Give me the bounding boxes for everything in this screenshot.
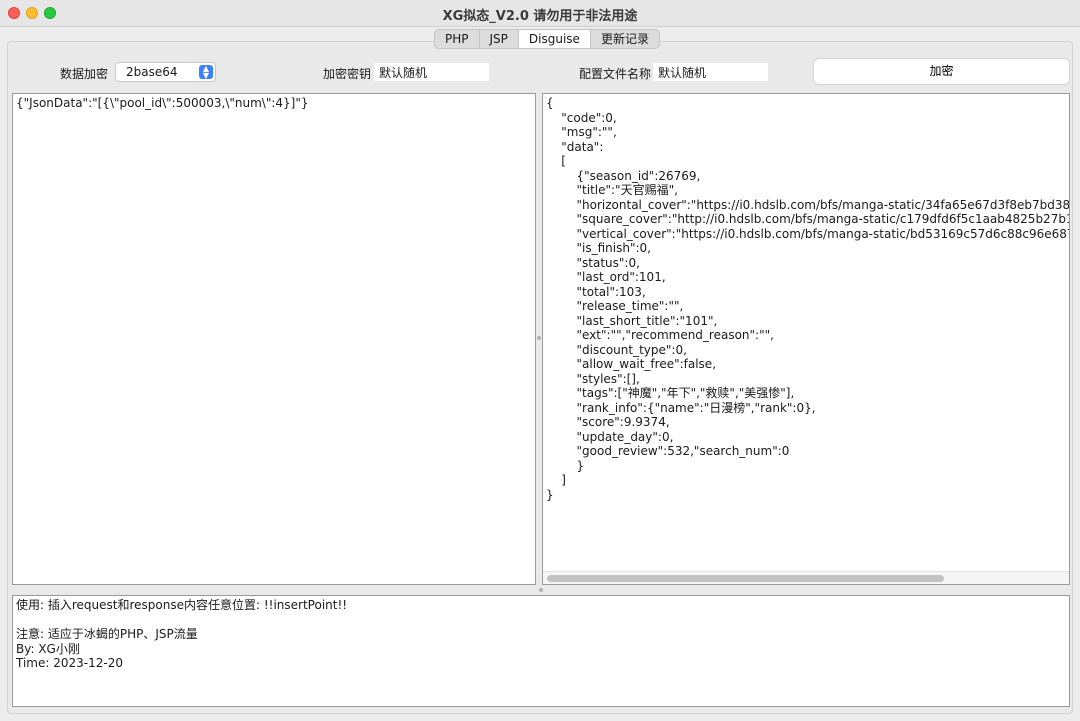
output-line: "ext":"","recommend_reason":"", xyxy=(546,328,774,342)
output-line: "allow_wait_free":false, xyxy=(546,357,717,371)
chevron-updown-icon: ▲ ▼ xyxy=(199,65,213,80)
output-lines: { "code":0, "msg":"", "data": [ {"season… xyxy=(546,96,1070,502)
horizontal-scrollbar[interactable] xyxy=(543,571,1069,584)
output-line: "styles":[], xyxy=(546,371,640,386)
info-time: Time: 2023-12-20 xyxy=(16,656,123,670)
tab-update-log[interactable]: 更新记录 xyxy=(591,30,659,48)
output-line: ] xyxy=(546,473,566,487)
output-line: "update_day":0, xyxy=(546,429,674,444)
output-line: "score":9.9374, xyxy=(546,415,670,429)
output-line: "tags":["神魔","年下","救赎","美强惨"], xyxy=(546,386,795,400)
info-usage: 使用: 插入request和response内容任意位置: !!insertPo… xyxy=(16,598,348,612)
data-encrypt-select[interactable]: 2base64 ▲ ▼ xyxy=(115,62,216,82)
horizontal-splitter[interactable] xyxy=(12,586,1070,594)
output-line: [ xyxy=(546,154,566,168)
output-line: "is_finish":0, xyxy=(546,241,651,255)
tab-bar: PHP JSP Disguise 更新记录 xyxy=(434,29,660,49)
title-bar: XG拟态_V2.0 请勿用于非法用途 xyxy=(0,0,1080,27)
output-line: "status":0, xyxy=(546,255,640,270)
key-input[interactable] xyxy=(374,63,489,81)
output-line: { xyxy=(546,96,554,110)
output-line: "code":0, xyxy=(546,110,617,125)
output-line: "good_review":532,"search_num":0 xyxy=(546,444,790,458)
output-line: "data": xyxy=(546,139,604,154)
output-line: "last_ord":101, xyxy=(546,270,666,284)
output-line: "total":103, xyxy=(546,284,646,299)
output-line: "discount_type":0, xyxy=(546,342,687,357)
info-note: 注意: 适应于冰蝎的PHP、JSP流量 xyxy=(16,627,198,641)
data-encrypt-value: 2base64 xyxy=(126,65,178,79)
output-line: "last_short_title":"101", xyxy=(546,313,718,328)
config-label: 配置文件名称 xyxy=(579,67,652,81)
info-author: By: XG小刚 xyxy=(16,641,80,656)
output-line: "horizontal_cover":"https://i0.hdslb.com… xyxy=(546,197,1070,212)
info-panel[interactable]: 使用: 插入request和response内容任意位置: !!insertPo… xyxy=(12,595,1070,707)
input-editor[interactable]: {"JsonData":"[{\"pool_id\":500003,\"num\… xyxy=(12,93,536,585)
key-label: 加密密钥 xyxy=(323,67,372,81)
encrypt-button[interactable]: 加密 xyxy=(813,58,1070,85)
output-line: } xyxy=(546,458,585,473)
output-line: "vertical_cover":"https://i0.hdslb.com/b… xyxy=(546,226,1070,241)
output-line: } xyxy=(546,487,554,502)
tab-disguise[interactable]: Disguise xyxy=(518,30,591,48)
config-input[interactable] xyxy=(653,63,768,81)
output-line: {"season_id":26769, xyxy=(546,168,701,183)
output-editor[interactable]: { "code":0, "msg":"", "data": [ {"season… xyxy=(542,93,1070,585)
info-blank xyxy=(16,613,1066,628)
tab-jsp[interactable]: JSP xyxy=(480,30,519,48)
data-encrypt-label: 数据加密 xyxy=(60,67,109,81)
scrollbar-thumb[interactable] xyxy=(547,575,944,582)
output-line: "square_cover":"http://i0.hdslb.com/bfs/… xyxy=(546,212,1070,226)
output-line: "release_time":"", xyxy=(546,299,684,313)
output-line: "rank_info":{"name":"日漫榜","rank":0}, xyxy=(546,400,816,415)
window-title: XG拟态_V2.0 请勿用于非法用途 xyxy=(442,9,638,24)
output-line: "msg":"", xyxy=(546,125,617,139)
output-line: "title":"天官赐福", xyxy=(546,183,678,197)
tab-php[interactable]: PHP xyxy=(435,30,480,48)
